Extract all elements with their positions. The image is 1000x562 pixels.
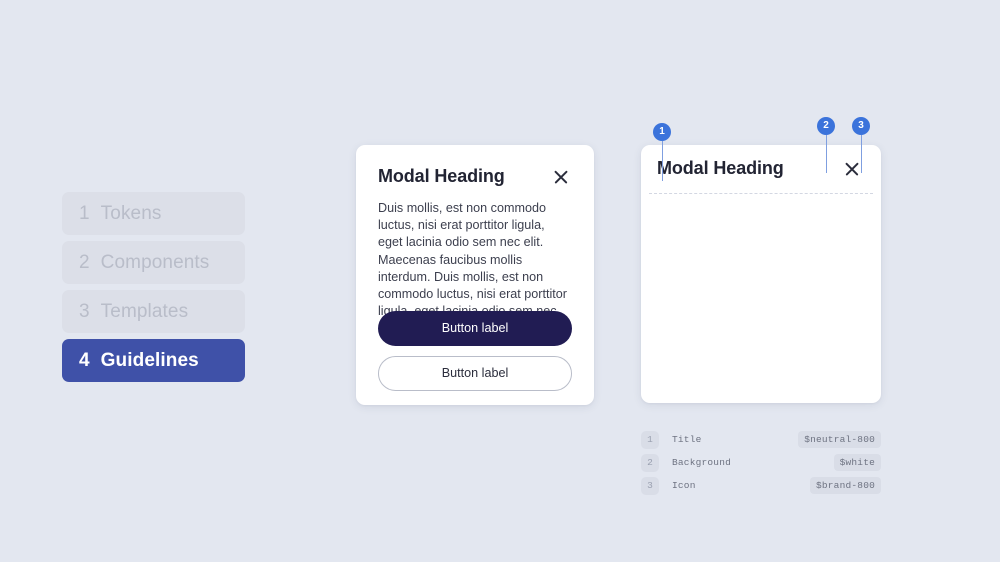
legend-number: 2 [641, 453, 659, 472]
callout-badge-number: 3 [852, 117, 870, 135]
legend-number: 3 [641, 476, 659, 495]
nav-item-number: 1 [79, 202, 90, 224]
callout-badge-number: 1 [653, 123, 671, 141]
nav-item-tokens[interactable]: 1 Tokens [62, 192, 245, 235]
modal-header: Modal Heading [378, 166, 572, 188]
modal-dialog-example: Modal Heading Duis mollis, est non commo… [356, 145, 594, 405]
legend-token-value: $brand-800 [809, 477, 881, 494]
modal-dialog-annotated: Modal Heading [641, 145, 881, 403]
divider [649, 193, 873, 194]
legend-label: Title [672, 434, 702, 445]
primary-button[interactable]: Button label [378, 311, 572, 346]
token-legend: 1 Title $neutral-800 2 Background $white… [641, 428, 881, 497]
callout-leader-line [825, 135, 827, 173]
callout-marker-1: 1 [653, 123, 671, 181]
callout-marker-3: 3 [852, 117, 870, 173]
legend-token-value: $neutral-800 [798, 431, 881, 448]
nav-item-guidelines[interactable]: 4 Guidelines [62, 339, 245, 382]
legend-label: Background [672, 457, 732, 468]
design-spec-canvas: 1 Tokens 2 Components 3 Templates 4 Guid… [0, 0, 1000, 562]
legend-number: 1 [641, 430, 659, 449]
callout-leader-line [860, 135, 862, 173]
secondary-button[interactable]: Button label [378, 356, 572, 391]
nav-item-number: 4 [79, 349, 90, 371]
callout-leader-line [661, 141, 663, 181]
legend-token-value: $white [833, 454, 881, 471]
legend-row: 1 Title $neutral-800 [641, 428, 881, 451]
modal-header: Modal Heading [641, 145, 881, 193]
nav-item-components[interactable]: 2 Components [62, 241, 245, 284]
nav-item-label: Components [100, 251, 210, 273]
modal-title: Modal Heading [378, 166, 505, 186]
nav-item-number: 2 [79, 251, 90, 273]
legend-row: 3 Icon $brand-800 [641, 474, 881, 497]
callout-badge-number: 2 [817, 117, 835, 135]
callout-marker-2: 2 [817, 117, 835, 173]
nav-item-number: 3 [79, 300, 90, 322]
close-icon[interactable] [550, 166, 572, 188]
nav-item-label: Tokens [100, 202, 162, 224]
nav-item-label: Guidelines [100, 349, 199, 371]
nav-item-label: Templates [100, 300, 189, 322]
nav-item-templates[interactable]: 3 Templates [62, 290, 245, 333]
section-nav: 1 Tokens 2 Components 3 Templates 4 Guid… [62, 192, 245, 382]
modal-actions: Button label Button label [378, 311, 572, 391]
legend-label: Icon [672, 480, 696, 491]
modal-title: Modal Heading [657, 158, 784, 179]
legend-row: 2 Background $white [641, 451, 881, 474]
